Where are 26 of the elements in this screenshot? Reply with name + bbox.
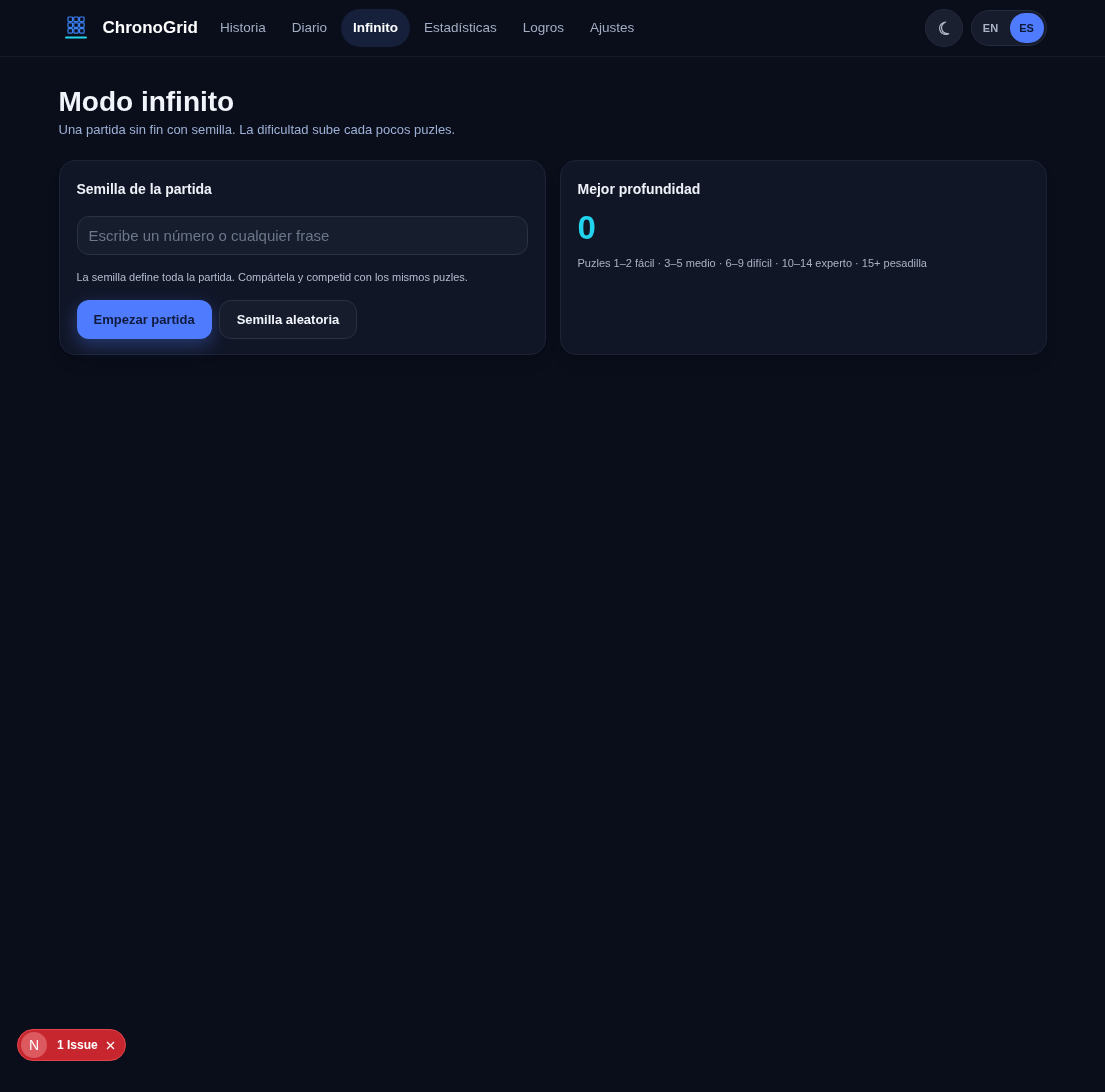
card-title: Semilla de la partida <box>76 179 213 199</box>
brand-name[interactable]: ChronoGrid <box>102 15 198 41</box>
moon-icon <box>937 21 950 35</box>
close-icon[interactable] <box>105 1040 115 1050</box>
nav-link[interactable]: Estadísticas <box>411 9 509 47</box>
page-title: Modo infinito <box>58 85 236 119</box>
language-option[interactable]: EN <box>973 13 1008 43</box>
framework-logo-badge: N <box>21 1032 47 1058</box>
theme-toggle-button[interactable] <box>924 9 963 47</box>
issue-count: 1 Issue <box>57 1037 98 1054</box>
difficulty-legend: Puzles 1–2 fácil · 3–5 medio · 6–9 difícil · 10–14 experto · 15+ pesadilla <box>577 254 1029 271</box>
best-depth-value: 0 <box>577 208 596 247</box>
nav-link[interactable]: Logros <box>510 9 576 47</box>
help-text: La semilla define toda la partida. Compártela y competid con los mismos puzles. <box>76 269 469 285</box>
nav-link[interactable]: Diario <box>279 9 339 47</box>
random-seed-button[interactable]: Semilla aleatoria <box>218 300 358 339</box>
card-title: Mejor profundidad <box>577 179 702 199</box>
issue-badge[interactable]: N 1 Issue <box>17 1029 126 1061</box>
nav-link[interactable]: Ajustes <box>577 9 647 47</box>
logo-icon[interactable] <box>64 16 87 40</box>
start-game-button[interactable]: Empezar partida <box>76 300 212 339</box>
language-option[interactable]: ES <box>1009 13 1044 43</box>
seed-input[interactable]: Escribe un número o cualquier frase <box>76 215 528 255</box>
nav-link[interactable]: Infinito <box>340 9 410 47</box>
nav-link[interactable]: Historia <box>207 9 278 47</box>
page-subtitle: Una partida sin fin con semilla. La dificultad sube cada pocos puzles. <box>58 121 457 139</box>
